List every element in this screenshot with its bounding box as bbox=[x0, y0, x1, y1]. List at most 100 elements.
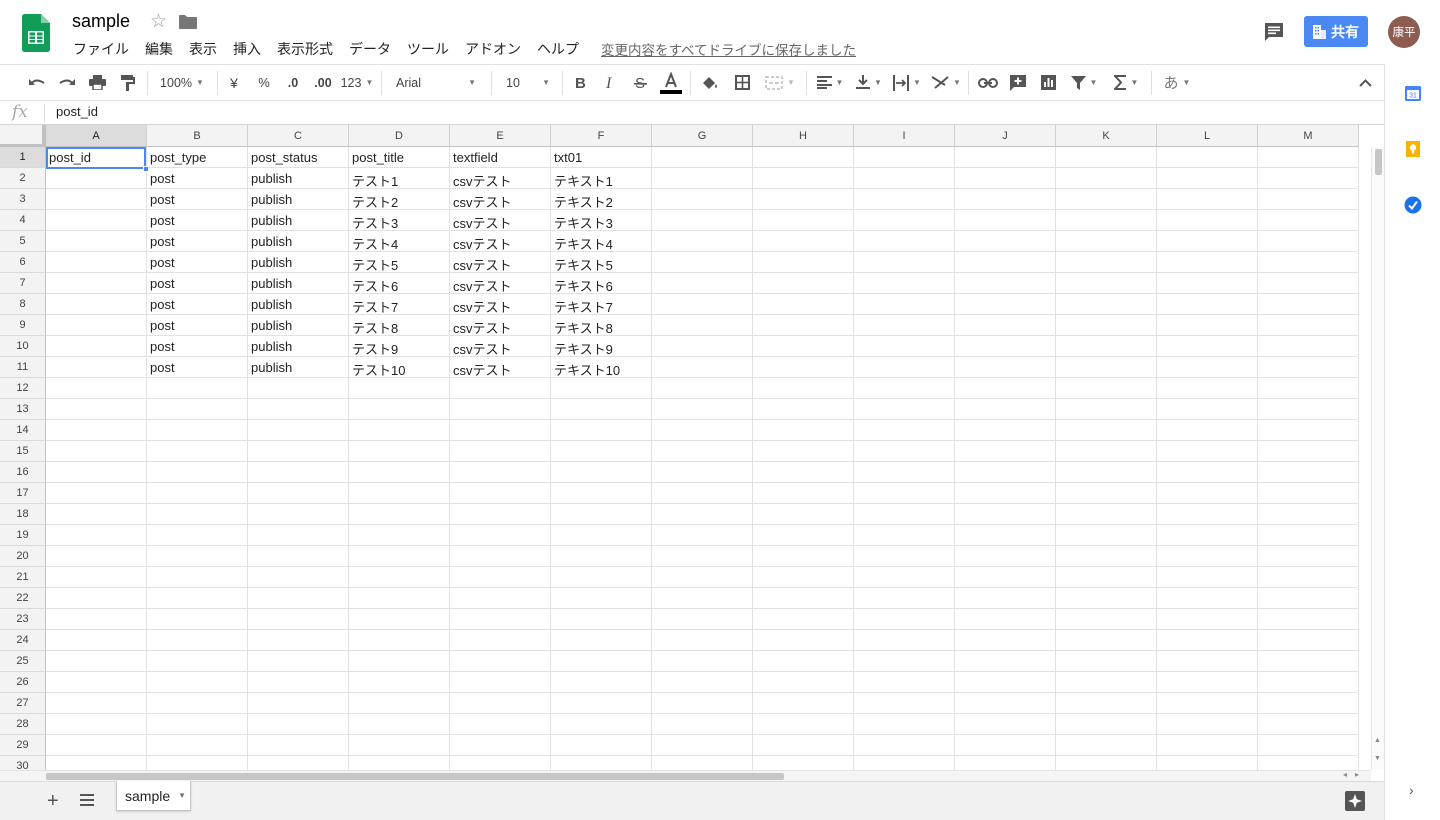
cell-i8[interactable] bbox=[854, 294, 955, 315]
cell-a30[interactable] bbox=[46, 756, 147, 770]
column-header-a[interactable]: A bbox=[46, 125, 147, 147]
cell-f6[interactable]: テキスト5 bbox=[551, 252, 652, 273]
row-header-13[interactable]: 13 bbox=[0, 399, 46, 420]
cell-m23[interactable] bbox=[1258, 609, 1359, 630]
cell-c29[interactable] bbox=[248, 735, 349, 756]
cell-h30[interactable] bbox=[753, 756, 854, 770]
cell-m17[interactable] bbox=[1258, 483, 1359, 504]
cell-c2[interactable]: publish bbox=[248, 168, 349, 189]
row-header-18[interactable]: 18 bbox=[0, 504, 46, 525]
cell-b19[interactable] bbox=[147, 525, 248, 546]
cell-m2[interactable] bbox=[1258, 168, 1359, 189]
cell-h28[interactable] bbox=[753, 714, 854, 735]
cell-d9[interactable]: テスト8 bbox=[349, 315, 450, 336]
cell-f23[interactable] bbox=[551, 609, 652, 630]
cell-d14[interactable] bbox=[349, 420, 450, 441]
cell-i27[interactable] bbox=[854, 693, 955, 714]
cell-m5[interactable] bbox=[1258, 231, 1359, 252]
calendar-icon[interactable]: 31 bbox=[1404, 84, 1422, 102]
cell-f28[interactable] bbox=[551, 714, 652, 735]
row-header-22[interactable]: 22 bbox=[0, 588, 46, 609]
cell-g30[interactable] bbox=[652, 756, 753, 770]
cell-d3[interactable]: テスト2 bbox=[349, 189, 450, 210]
star-icon[interactable]: ☆ bbox=[150, 10, 167, 33]
cell-j11[interactable] bbox=[955, 357, 1056, 378]
cell-l20[interactable] bbox=[1157, 546, 1258, 567]
cell-m21[interactable] bbox=[1258, 567, 1359, 588]
cell-m1[interactable] bbox=[1258, 147, 1359, 168]
cell-k29[interactable] bbox=[1056, 735, 1157, 756]
cell-k4[interactable] bbox=[1056, 210, 1157, 231]
horizontal-scrollbar-thumb[interactable] bbox=[46, 773, 784, 780]
cell-k3[interactable] bbox=[1056, 189, 1157, 210]
cell-f16[interactable] bbox=[551, 462, 652, 483]
cell-c24[interactable] bbox=[248, 630, 349, 651]
cell-f10[interactable]: テキスト9 bbox=[551, 336, 652, 357]
cell-h12[interactable] bbox=[753, 378, 854, 399]
cell-m28[interactable] bbox=[1258, 714, 1359, 735]
cell-f8[interactable]: テキスト7 bbox=[551, 294, 652, 315]
document-title[interactable]: sample bbox=[72, 11, 130, 32]
cell-g8[interactable] bbox=[652, 294, 753, 315]
cell-j22[interactable] bbox=[955, 588, 1056, 609]
cell-m18[interactable] bbox=[1258, 504, 1359, 525]
cell-k23[interactable] bbox=[1056, 609, 1157, 630]
cell-i19[interactable] bbox=[854, 525, 955, 546]
row-header-14[interactable]: 14 bbox=[0, 420, 46, 441]
insert-chart-icon[interactable] bbox=[1036, 65, 1060, 100]
cell-d28[interactable] bbox=[349, 714, 450, 735]
cell-i29[interactable] bbox=[854, 735, 955, 756]
cell-j6[interactable] bbox=[955, 252, 1056, 273]
text-wrapping-icon[interactable]: ▼ bbox=[890, 65, 924, 100]
cell-d5[interactable]: テスト4 bbox=[349, 231, 450, 252]
cell-k17[interactable] bbox=[1056, 483, 1157, 504]
cell-e4[interactable]: csvテスト bbox=[450, 210, 551, 231]
row-header-5[interactable]: 5 bbox=[0, 231, 46, 252]
cell-d30[interactable] bbox=[349, 756, 450, 770]
cell-a5[interactable] bbox=[46, 231, 147, 252]
cell-l25[interactable] bbox=[1157, 651, 1258, 672]
cell-k22[interactable] bbox=[1056, 588, 1157, 609]
cell-e17[interactable] bbox=[450, 483, 551, 504]
text-rotation-icon[interactable]: ▼ bbox=[928, 65, 964, 100]
spreadsheet-grid[interactable]: A B C D E F G H I J K L M 1 post_id post_type post_statu… bbox=[0, 125, 1384, 770]
cell-l26[interactable] bbox=[1157, 672, 1258, 693]
cell-j16[interactable] bbox=[955, 462, 1056, 483]
cell-g22[interactable] bbox=[652, 588, 753, 609]
cell-f7[interactable]: テキスト6 bbox=[551, 273, 652, 294]
cell-e5[interactable]: csvテスト bbox=[450, 231, 551, 252]
paint-format-icon[interactable] bbox=[115, 65, 139, 100]
cell-e16[interactable] bbox=[450, 462, 551, 483]
cell-d27[interactable] bbox=[349, 693, 450, 714]
cell-a6[interactable] bbox=[46, 252, 147, 273]
cell-k1[interactable] bbox=[1056, 147, 1157, 168]
cell-d20[interactable] bbox=[349, 546, 450, 567]
cell-a29[interactable] bbox=[46, 735, 147, 756]
cell-j2[interactable] bbox=[955, 168, 1056, 189]
cell-h13[interactable] bbox=[753, 399, 854, 420]
cell-f17[interactable] bbox=[551, 483, 652, 504]
cell-f13[interactable] bbox=[551, 399, 652, 420]
cell-a19[interactable] bbox=[46, 525, 147, 546]
cell-e10[interactable]: csvテスト bbox=[450, 336, 551, 357]
column-header-c[interactable]: C bbox=[248, 125, 349, 147]
cell-a22[interactable] bbox=[46, 588, 147, 609]
cell-l30[interactable] bbox=[1157, 756, 1258, 770]
cell-e3[interactable]: csvテスト bbox=[450, 189, 551, 210]
cell-g14[interactable] bbox=[652, 420, 753, 441]
column-header-j[interactable]: J bbox=[955, 125, 1056, 147]
cell-h27[interactable] bbox=[753, 693, 854, 714]
cell-c7[interactable]: publish bbox=[248, 273, 349, 294]
cell-e30[interactable] bbox=[450, 756, 551, 770]
cell-j4[interactable] bbox=[955, 210, 1056, 231]
cell-l13[interactable] bbox=[1157, 399, 1258, 420]
cell-g19[interactable] bbox=[652, 525, 753, 546]
cell-i15[interactable] bbox=[854, 441, 955, 462]
column-header-i[interactable]: I bbox=[854, 125, 955, 147]
row-header-23[interactable]: 23 bbox=[0, 609, 46, 630]
cell-h7[interactable] bbox=[753, 273, 854, 294]
cell-i16[interactable] bbox=[854, 462, 955, 483]
cell-g18[interactable] bbox=[652, 504, 753, 525]
cell-h3[interactable] bbox=[753, 189, 854, 210]
cell-f11[interactable]: テキスト10 bbox=[551, 357, 652, 378]
